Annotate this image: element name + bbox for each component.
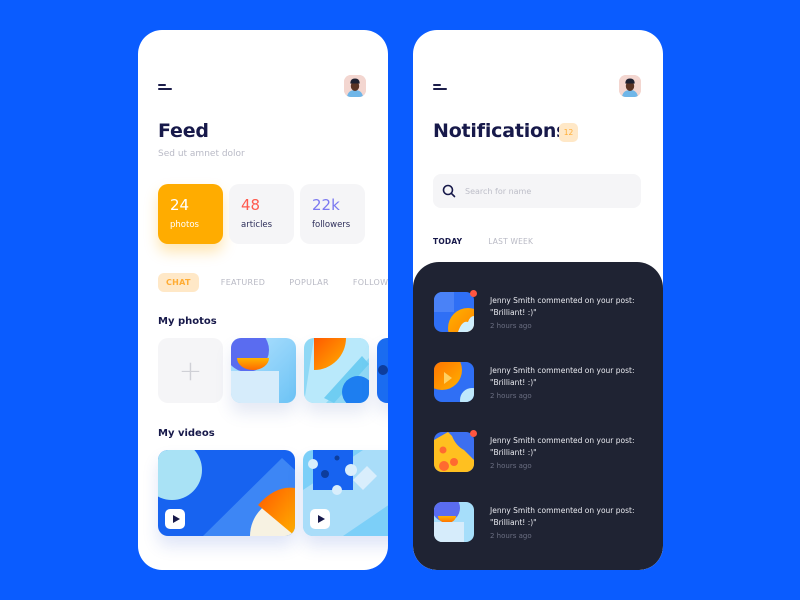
play-button[interactable]	[165, 509, 185, 529]
search-input[interactable]	[465, 186, 625, 196]
play-icon	[317, 515, 325, 523]
play-icon	[172, 515, 180, 523]
notification-thumbnail	[434, 432, 474, 472]
stat-label: photos	[170, 220, 199, 230]
notification-item[interactable]: Jenny Smith commented on your post: "Bri…	[434, 362, 644, 404]
user-avatar[interactable]	[619, 75, 641, 97]
video-thumbnail[interactable]	[303, 450, 388, 536]
play-button[interactable]	[310, 509, 330, 529]
page-subtitle: Sed ut amnet dolor	[158, 149, 245, 159]
tab-today[interactable]: TODAY	[433, 237, 462, 246]
notification-text: Jenny Smith commented on your post: "Bri…	[490, 506, 635, 527]
unread-dot	[470, 430, 477, 437]
page-title: Feed	[158, 120, 209, 142]
stats-row: 24 photos 48 articles 22k followers	[158, 184, 365, 244]
stat-value: 48	[241, 196, 261, 214]
notification-text: Jenny Smith commented on your post: "Bri…	[490, 436, 635, 457]
tab-featured[interactable]: FEATURED	[221, 273, 265, 292]
notification-tabs: TODAY LAST WEEK	[433, 237, 559, 246]
notification-thumbnail	[434, 292, 474, 332]
user-avatar[interactable]	[344, 75, 366, 97]
stat-label: followers	[312, 220, 351, 230]
notification-thumbnail	[434, 502, 474, 542]
notification-time: 2 hours ago	[490, 462, 532, 470]
video-thumbnail[interactable]	[158, 450, 295, 536]
menu-icon[interactable]	[433, 84, 447, 90]
notification-thumbnail	[434, 362, 474, 402]
photo-thumbnail[interactable]	[377, 338, 388, 403]
tab-popular[interactable]: POPULAR	[289, 273, 329, 292]
stat-value: 24	[170, 196, 190, 214]
notification-item[interactable]: Jenny Smith commented on your post: "Bri…	[434, 502, 644, 544]
notification-time: 2 hours ago	[490, 532, 532, 540]
photo-thumbnail[interactable]	[304, 338, 369, 403]
stat-followers[interactable]: 22k followers	[300, 184, 365, 244]
tab-last-week[interactable]: LAST WEEK	[488, 237, 533, 246]
search-bar	[433, 174, 641, 208]
notification-text: Jenny Smith commented on your post: "Bri…	[490, 296, 635, 317]
search-icon	[442, 184, 456, 198]
notification-item[interactable]: Jenny Smith commented on your post: "Bri…	[434, 430, 644, 474]
my-videos-heading: My videos	[158, 428, 215, 439]
notification-count-badge: 12	[559, 123, 578, 142]
feed-tabs: CHAT FEATURED POPULAR FOLLOWING	[158, 273, 388, 292]
stat-label: articles	[241, 220, 273, 230]
menu-icon[interactable]	[158, 84, 172, 90]
notification-time: 2 hours ago	[490, 322, 532, 330]
stat-photos[interactable]: 24 photos	[158, 184, 223, 244]
stat-value: 22k	[312, 196, 340, 214]
unread-dot	[470, 290, 477, 297]
my-photos-heading: My photos	[158, 316, 217, 327]
plus-icon: +	[178, 354, 203, 387]
notification-text: Jenny Smith commented on your post: "Bri…	[490, 366, 635, 387]
page-title: Notifications	[433, 120, 568, 142]
tab-following[interactable]: FOLLOWING	[353, 273, 388, 292]
feed-screen: Feed Sed ut amnet dolor 24 photos 48 art…	[138, 30, 388, 570]
notification-time: 2 hours ago	[490, 392, 532, 400]
notifications-screen: Notifications 12 TODAY LAST WEEK Jenny S…	[413, 30, 663, 570]
tab-chat[interactable]: CHAT	[158, 273, 199, 292]
stat-articles[interactable]: 48 articles	[229, 184, 294, 244]
videos-row	[158, 450, 388, 536]
photos-row: +	[158, 338, 388, 403]
notification-item[interactable]: Jenny Smith commented on your post: "Bri…	[434, 290, 644, 334]
photo-thumbnail[interactable]	[231, 338, 296, 403]
add-photo-button[interactable]: +	[158, 338, 223, 403]
notifications-list: Jenny Smith commented on your post: "Bri…	[413, 262, 663, 570]
